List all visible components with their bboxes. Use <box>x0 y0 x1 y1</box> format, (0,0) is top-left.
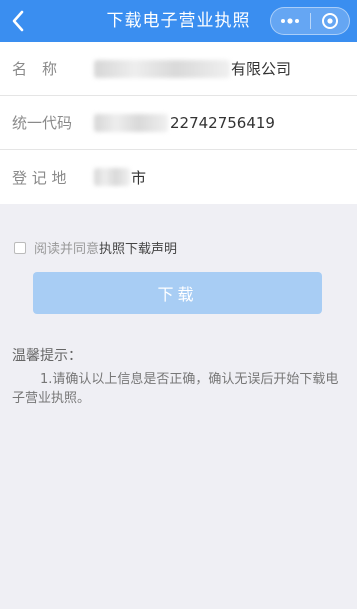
navigation-bar: 下载电子营业执照 <box>0 0 357 42</box>
target-circle-icon <box>321 13 338 29</box>
info-row-name: 名 称 有限公司 <box>0 42 357 96</box>
field-label: 名 称 <box>12 60 58 78</box>
field-value: 22742756419 <box>170 113 275 132</box>
agreement-row: 阅读并同意 执照下载声明 <box>14 238 177 257</box>
agreement-text: 阅读并同意 <box>34 242 100 257</box>
more-dots-icon <box>281 18 300 24</box>
info-row-code: 统一代码 22742756419 <box>0 96 357 150</box>
field-value: 市 <box>131 168 147 187</box>
tips-body: 1.请确认以上信息是否正确，确认无误后开始下载电子营业执照。 <box>12 372 339 406</box>
field-value: 有限公司 <box>231 60 292 78</box>
agree-checkbox[interactable] <box>14 241 26 254</box>
more-button[interactable] <box>271 8 310 34</box>
disclaimer-link[interactable]: 执照下载声明 <box>99 238 177 257</box>
miniprogram-capsule <box>270 7 350 35</box>
field-label: 统一代码 <box>12 114 73 132</box>
tips-title: 温馨提示： <box>12 348 82 364</box>
redacted-text <box>94 168 130 186</box>
redacted-text <box>94 114 168 132</box>
info-row-location: 登 记 地 市 <box>0 150 357 204</box>
license-info-card: 名 称 有限公司 统一代码 22742756419 登 记 地 市 <box>0 42 357 204</box>
download-button[interactable]: 下载 <box>33 272 322 314</box>
close-miniprogram-button[interactable] <box>310 8 349 34</box>
field-label: 登 记 地 <box>12 168 67 187</box>
redacted-text <box>94 60 230 78</box>
